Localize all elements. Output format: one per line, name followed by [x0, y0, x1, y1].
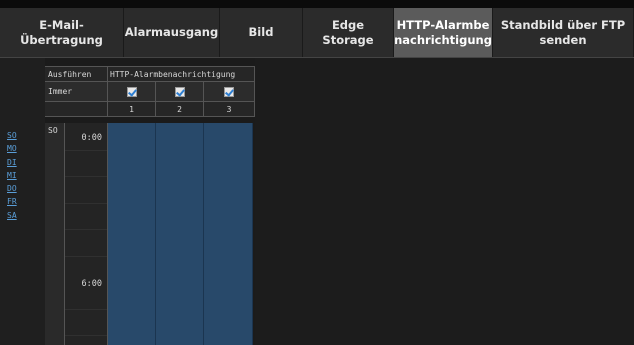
tab-image[interactable]: Bild — [220, 8, 303, 57]
hour-line — [65, 335, 107, 336]
schedule-table: Ausführen HTTP-Alarmbenachrichtigung Imm… — [45, 66, 255, 345]
hour-line — [65, 203, 107, 204]
column-number-2: 2 — [156, 102, 204, 116]
always-label: Immer — [45, 82, 108, 101]
hour-line — [65, 150, 107, 151]
day-link-fr[interactable]: FR — [7, 195, 17, 208]
tab-http-alarm-notification[interactable]: HTTP-Alarmbe nachrichtigung — [394, 8, 493, 57]
column-number-row: 1 2 3 — [45, 102, 255, 117]
execute-header: Ausführen — [45, 67, 108, 81]
tab-alarm-output[interactable]: Alarmausgang — [124, 8, 220, 57]
always-row: Immer — [45, 82, 255, 102]
time-label-6: 6:00 — [81, 279, 102, 289]
hour-line — [65, 229, 107, 230]
schedule-column-3[interactable] — [204, 123, 253, 345]
day-link-list: SO MO DI MI DO FR SA — [7, 129, 17, 222]
column-number-spacer — [45, 102, 108, 116]
always-cell-3 — [204, 82, 255, 101]
empty-panel — [255, 58, 634, 345]
day-column: SO — [45, 123, 65, 345]
schedule-grid: SO 0:00 6:00 — [45, 123, 255, 345]
content-area: SO MO DI MI DO FR SA Ausführen HTTP-Alar… — [0, 58, 634, 345]
hour-line — [65, 309, 107, 310]
schedule-column-1[interactable] — [108, 123, 156, 345]
hour-line — [65, 256, 107, 257]
day-link-mo[interactable]: MO — [7, 142, 17, 155]
tab-bar: E-Mail-Übertragung Alarmausgang Bild Edg… — [0, 8, 634, 58]
top-strip — [0, 0, 634, 8]
time-column: 0:00 6:00 — [65, 123, 108, 345]
day-link-sa[interactable]: SA — [7, 209, 17, 222]
action-header: HTTP-Alarmbenachrichtigung — [108, 67, 255, 81]
always-checkbox-1[interactable] — [126, 86, 137, 97]
day-link-do[interactable]: DO — [7, 182, 17, 195]
schedule-header-row: Ausführen HTTP-Alarmbenachrichtigung — [45, 66, 255, 82]
time-label-0: 0:00 — [81, 133, 102, 143]
day-navigation: SO MO DI MI DO FR SA — [0, 58, 45, 345]
tab-email-transfer[interactable]: E-Mail-Übertragung — [0, 8, 124, 57]
hour-line — [65, 176, 107, 177]
always-cell-1 — [108, 82, 156, 101]
day-link-so[interactable]: SO — [7, 129, 17, 142]
day-link-di[interactable]: DI — [7, 156, 17, 169]
schedule-column-2[interactable] — [156, 123, 204, 345]
tab-ftp-still-image[interactable]: Standbild über FTP senden — [493, 8, 634, 57]
tab-edge-storage[interactable]: Edge Storage — [303, 8, 394, 57]
always-checkbox-2[interactable] — [174, 86, 185, 97]
current-day-label: SO — [48, 126, 58, 135]
always-cell-2 — [156, 82, 204, 101]
always-checkbox-3[interactable] — [224, 86, 234, 97]
day-link-mi[interactable]: MI — [7, 169, 17, 182]
column-number-3: 3 — [204, 102, 255, 116]
column-number-1: 1 — [108, 102, 156, 116]
